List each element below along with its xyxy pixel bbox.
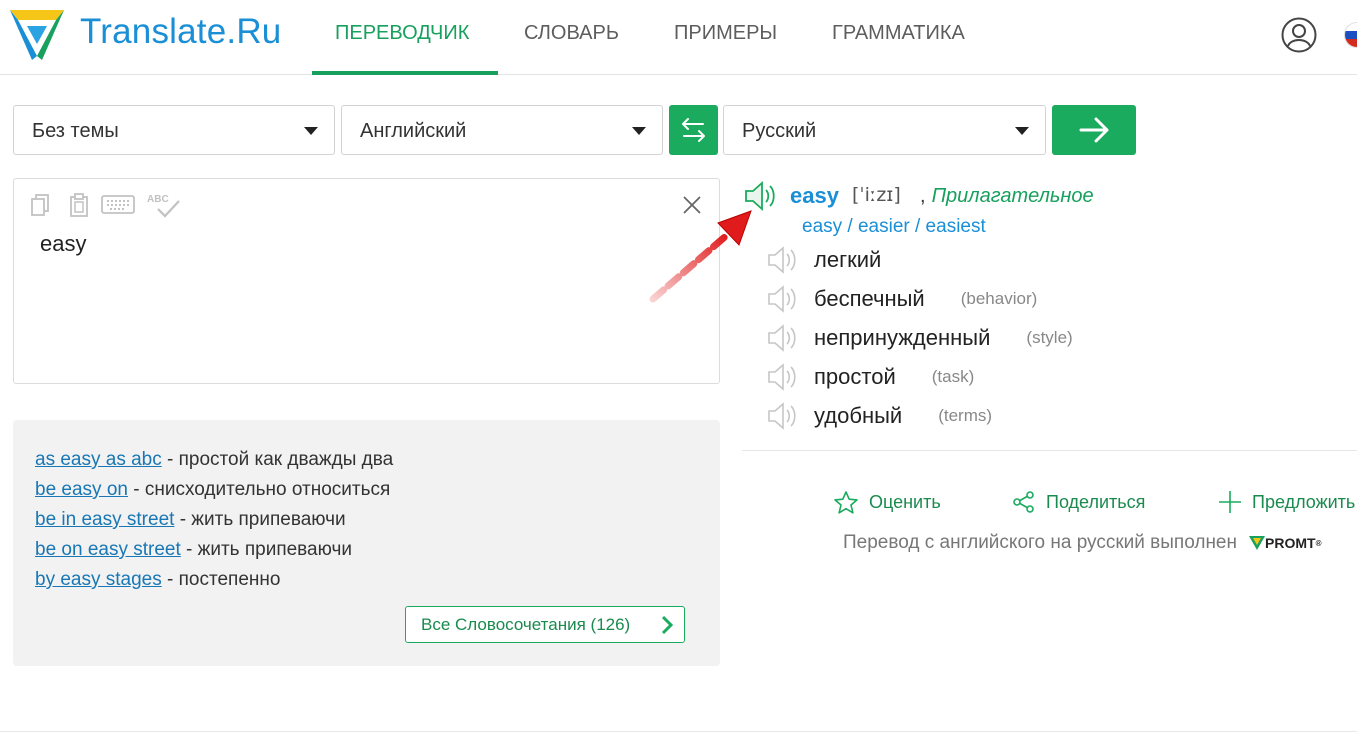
translation-item: непринужденный (style) xyxy=(766,318,1073,357)
target-language-value: Русский xyxy=(742,120,817,142)
nav-grammar[interactable]: ГРАММАТИКА xyxy=(806,0,1006,75)
phrase-item: by easy stages - постепенно xyxy=(35,565,393,595)
phrase-translation: - снисходительно относиться xyxy=(127,479,391,500)
page-bottom-divider xyxy=(0,731,1357,732)
brand-name[interactable]: Translate.Ru xyxy=(80,12,281,52)
translation-credit: Перевод с английского на русский выполне… xyxy=(843,532,1321,554)
chevron-right-icon xyxy=(661,615,674,635)
translation-list: легкий беспечный (behavior) непринужденн… xyxy=(766,240,1073,435)
header: Translate.Ru ПЕРЕВОДЧИК СЛОВАРЬ ПРИМЕРЫ … xyxy=(0,0,1357,75)
result-divider xyxy=(742,450,1357,451)
nav-examples[interactable]: ПРИМЕРЫ xyxy=(648,0,806,75)
translation-note: (terms) xyxy=(938,405,993,425)
speaker-icon[interactable] xyxy=(766,401,800,431)
translate-button[interactable] xyxy=(1052,105,1136,155)
copy-icon[interactable] xyxy=(30,193,50,217)
source-language-select[interactable]: Английский xyxy=(341,105,663,155)
chevron-down-icon xyxy=(632,127,646,135)
suggest-button[interactable]: Предложить xyxy=(1218,490,1355,514)
transcription: [ˈiːzɪ] xyxy=(852,184,901,206)
share-button[interactable]: Поделиться xyxy=(1012,490,1145,514)
all-phrases-button[interactable]: Все Словосочетания (126) xyxy=(405,606,685,643)
speaker-icon[interactable] xyxy=(766,362,800,392)
translation-text[interactable]: простой xyxy=(814,364,896,390)
share-icon xyxy=(1013,491,1034,513)
promt-brand: PROMT xyxy=(1265,535,1316,551)
chevron-down-icon xyxy=(304,127,318,135)
translation-text[interactable]: удобный xyxy=(814,403,902,429)
target-language-select[interactable]: Русский xyxy=(723,105,1046,155)
translation-item: легкий xyxy=(766,240,1073,279)
source-text-panel[interactable]: ABC easy xyxy=(13,178,720,384)
paste-icon[interactable] xyxy=(68,193,90,217)
user-account-icon[interactable] xyxy=(1281,17,1317,53)
theme-select[interactable]: Без темы xyxy=(13,105,335,155)
part-of-speech-label: Прилагательное xyxy=(931,185,1094,207)
speaker-icon[interactable] xyxy=(766,323,800,353)
translate-ru-logo[interactable] xyxy=(8,6,66,60)
rate-label: Оценить xyxy=(869,492,941,512)
translation-item: беспечный (behavior) xyxy=(766,279,1073,318)
phrase-translation: - простой как дважды два xyxy=(161,449,394,470)
nav-translator[interactable]: ПЕРЕВОДЧИК xyxy=(312,0,498,75)
phrase-item: be in easy street - жить припеваючи xyxy=(35,505,393,535)
language-flag-icon[interactable] xyxy=(1344,22,1357,48)
plus-icon xyxy=(1219,491,1241,513)
source-text[interactable]: easy xyxy=(40,231,86,257)
arrow-right-icon xyxy=(1079,117,1109,143)
annotation-arrow-icon xyxy=(649,210,752,303)
keyboard-icon[interactable] xyxy=(101,195,135,215)
phrase-translation: - жить припеваючи xyxy=(174,509,346,530)
spellcheck-label: ABC xyxy=(147,194,169,205)
speaker-icon[interactable] xyxy=(766,245,800,275)
phrases-panel: as easy as abc - простой как дважды два … xyxy=(13,420,720,666)
theme-select-value: Без темы xyxy=(32,120,119,142)
phrase-item: be easy on - снисходительно относиться xyxy=(35,475,393,505)
phrase-item: as easy as abc - простой как дважды два xyxy=(35,445,393,475)
main-nav: ПЕРЕВОДЧИК СЛОВАРЬ ПРИМЕРЫ ГРАММАТИКА xyxy=(312,0,1006,75)
speaker-icon[interactable] xyxy=(766,284,800,314)
source-language-value: Английский xyxy=(360,120,467,142)
promt-logo-icon xyxy=(1249,536,1265,550)
promt-logo[interactable]: PROMT ® xyxy=(1249,535,1321,551)
swap-languages-button[interactable] xyxy=(669,105,718,155)
translation-text[interactable]: непринужденный xyxy=(814,325,990,351)
phrase-translation: - постепенно xyxy=(161,569,281,590)
phrase-link[interactable]: as easy as abc xyxy=(35,449,162,470)
nav-dictionary[interactable]: СЛОВАРЬ xyxy=(498,0,648,75)
rate-button[interactable]: Оценить xyxy=(833,490,941,515)
headword: easy xyxy=(790,183,839,208)
credit-text: Перевод с английского на русский выполне… xyxy=(843,532,1237,553)
star-icon xyxy=(834,491,858,514)
translation-note: (behavior) xyxy=(960,288,1038,308)
phrase-translation: - жить припеваючи xyxy=(180,539,352,560)
swap-icon xyxy=(682,118,705,142)
comma: , xyxy=(920,185,926,207)
share-label: Поделиться xyxy=(1046,491,1146,512)
phrase-item: be on easy street - жить припеваючи xyxy=(35,535,393,565)
phrase-list: as easy as abc - простой как дважды два … xyxy=(35,445,393,595)
all-phrases-label: Все Словосочетания (126) xyxy=(421,615,631,634)
part-of-speech: , Прилагательное xyxy=(920,185,1094,208)
translation-text[interactable]: беспечный xyxy=(814,286,925,312)
suggest-label: Предложить xyxy=(1252,491,1356,512)
translation-note: (style) xyxy=(1026,327,1073,347)
translation-text[interactable]: легкий xyxy=(814,247,881,273)
chevron-down-icon xyxy=(1015,127,1029,135)
phrase-link[interactable]: be on easy street xyxy=(35,539,181,560)
phrase-link[interactable]: be easy on xyxy=(35,479,128,500)
translation-item: простой (task) xyxy=(766,357,1073,396)
spellcheck-icon[interactable]: ABC xyxy=(146,191,182,219)
translation-item: удобный (terms) xyxy=(766,396,1073,435)
phrase-link[interactable]: by easy stages xyxy=(35,569,162,590)
phrase-link[interactable]: be in easy street xyxy=(35,509,174,530)
word-forms[interactable]: easy / easier / easiest xyxy=(802,216,986,238)
translation-note: (task) xyxy=(931,366,975,386)
